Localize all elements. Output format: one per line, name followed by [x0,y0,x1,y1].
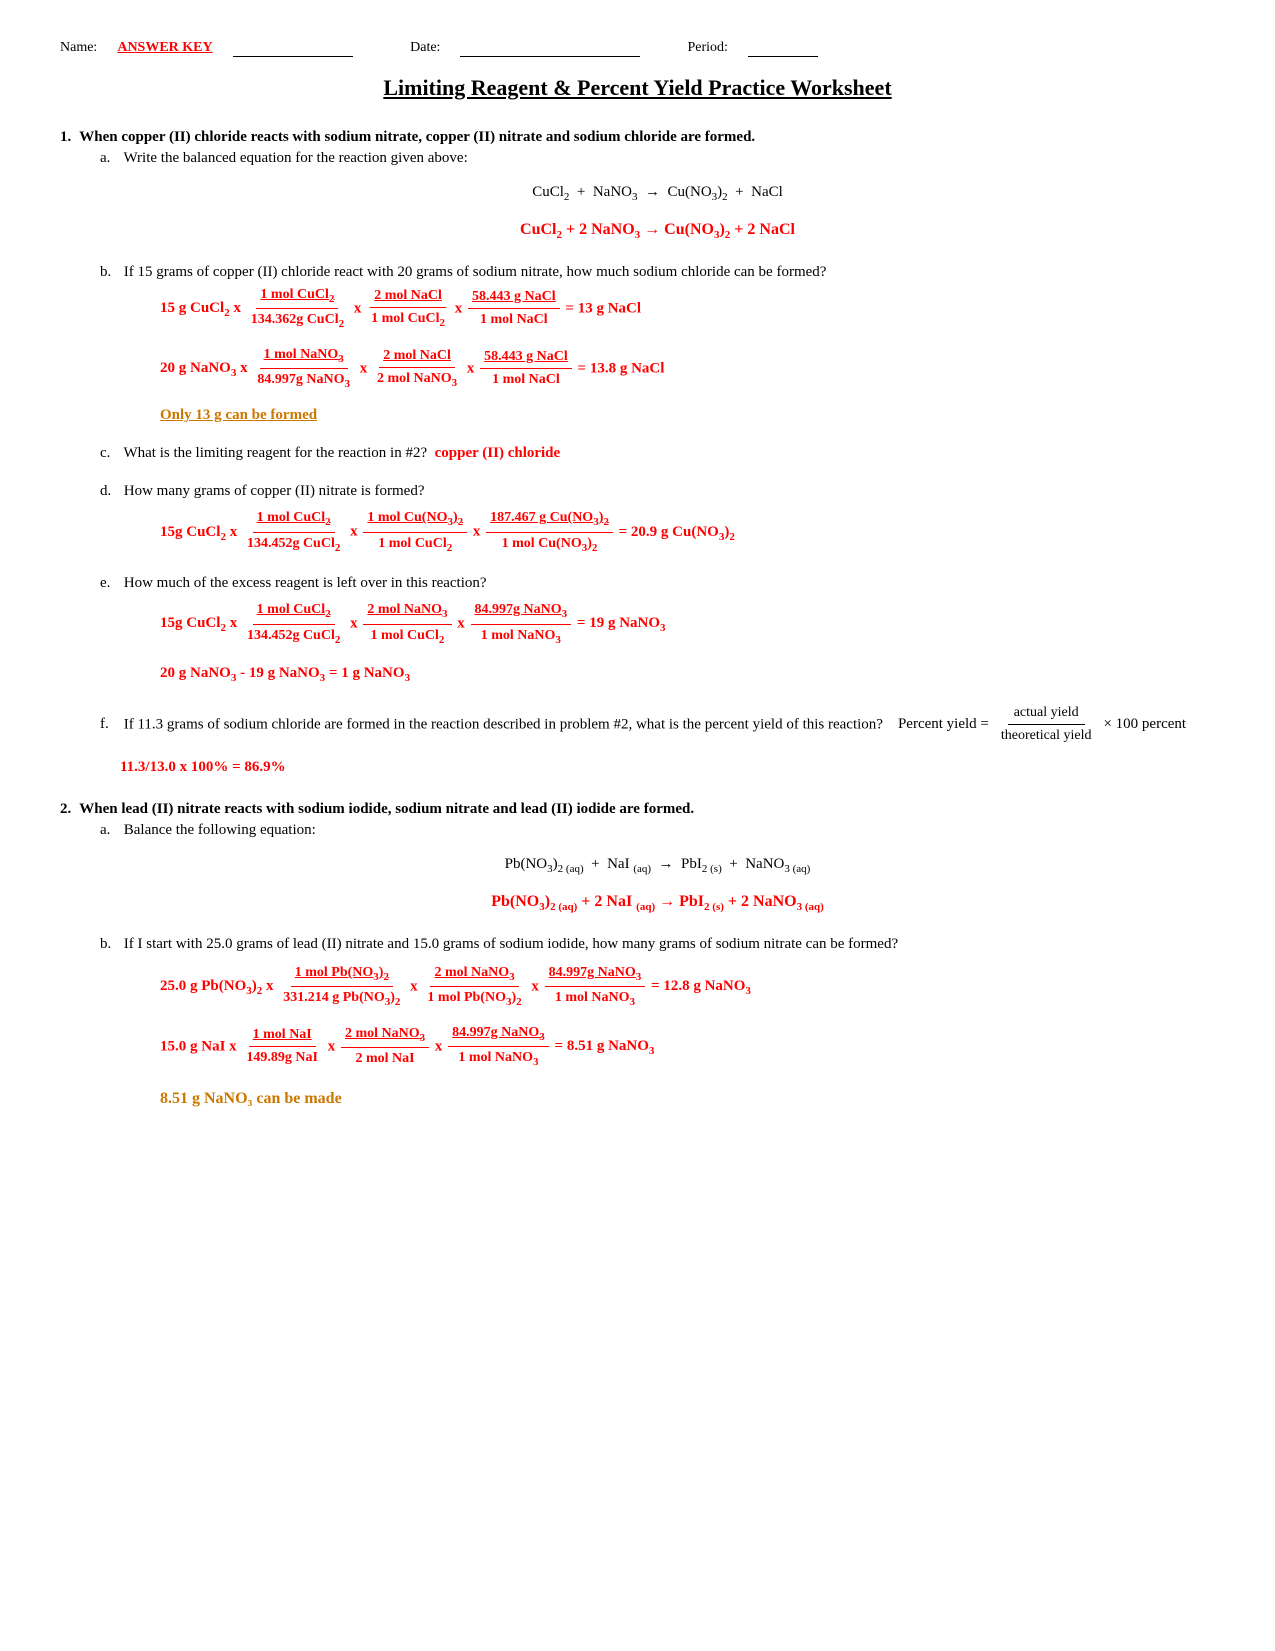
q1-part-e: e. How much of the excess reagent is lef… [100,571,1215,687]
q1-d-text: How many grams of copper (II) nitrate is… [124,483,425,499]
q1-b-label: b. [100,260,120,284]
q1-f-text: If 11.3 grams of sodium chloride are for… [124,716,883,732]
q1-balanced-eq: CuCl2 + 2 NaNO3 → Cu(NO3)2 + 2 NaCl [100,216,1215,246]
q1-f-answer: 11.3/13.0 x 100% = 86.9% [120,755,1215,779]
q2-b-label: b. [100,932,120,956]
name-field [233,40,353,57]
q1-main: When copper (II) chloride reacts with so… [79,129,755,146]
page-title: Limiting Reagent & Percent Yield Practic… [60,75,1215,101]
q1-a-text: Write the balanced equation for the reac… [123,150,467,166]
q1-part-a: a. Write the balanced equation for the r… [100,146,1215,246]
q2-a-label: a. [100,818,120,842]
q1-a-label: a. [100,146,120,170]
q2-a-text: Balance the following equation: [124,822,316,838]
q1-b-text: If 15 grams of copper (II) chloride reac… [124,264,827,280]
q1-part-c: c. What is the limiting reagent for the … [100,441,1215,465]
q1-d-label: d. [100,479,120,503]
q1-e-label: e. [100,571,120,595]
q2-b-text: If I start with 25.0 grams of lead (II) … [124,936,898,952]
q2-b-calc2: 15.0 g NaI x 1 mol NaI 149.89g NaI x 2 m… [160,1022,1215,1072]
name-label: Name: [60,40,97,56]
q2-b-calc1: 25.0 g Pb(NO3)2 x 1 mol Pb(NO3)2 331.214… [160,962,1215,1012]
q1-unbalanced-eq: CuCl2 + NaNO3 → Cu(NO3)2 + NaCl [100,178,1215,208]
period-label: Period: [687,40,727,56]
question-1: 1. When copper (II) chloride reacts with… [60,129,1215,779]
answer-key: ANSWER KEY [117,40,212,56]
percent-yield-formula: Percent yield = actual yield theoretical… [898,702,1186,748]
q2-b-answer: 8.51 g NaNO₃ can be made [160,1086,1215,1112]
q2-label: 2. [60,801,71,818]
question-2: 2. When lead (II) nitrate reacts with so… [60,801,1215,1111]
period-field [748,40,818,57]
q2-balanced-eq: Pb(NO3)2 (aq) + 2 NaI (aq) → PbI2 (s) + … [100,888,1215,918]
q1-d-calc: 15g CuCl2 x 1 mol CuCl2 134.452g CuCl2 x… [160,507,1215,557]
q1-c-label: c. [100,441,120,465]
q1-e-calc: 15g CuCl2 x 1 mol CuCl2 134.452g CuCl2 x… [160,599,1215,649]
q1-b-answer: Only 13 g can be formed [160,403,1215,427]
q1-f-label: f. [100,712,120,736]
q1-b-calc1: 15 g CuCl2 x 1 mol CuCl2 134.362g CuCl2 … [160,284,1215,334]
date-label: Date: [410,40,440,56]
q1-label: 1. [60,129,71,146]
q1-b-calc2: 20 g NaNO3 x 1 mol NaNO3 84.997g NaNO3 x… [160,344,1215,394]
q2-part-b: b. If I start with 25.0 grams of lead (I… [100,932,1215,1111]
q1-part-f: f. If 11.3 grams of sodium chloride are … [100,702,1215,780]
q2-unbalanced-eq: Pb(NO3)2 (aq) + NaI (aq) → PbI2 (s) + Na… [100,850,1215,880]
q1-e-text: How much of the excess reagent is left o… [124,575,487,591]
q1-part-b: b. If 15 grams of copper (II) chloride r… [100,260,1215,428]
q1-part-d: d. How many grams of copper (II) nitrate… [100,479,1215,557]
q1-c-answer: copper (II) chloride [435,445,561,461]
date-field [460,40,640,57]
q2-main: When lead (II) nitrate reacts with sodiu… [79,801,694,818]
q2-part-a: a. Balance the following equation: Pb(NO… [100,818,1215,918]
q1-e-subtraction: 20 g NaNO3 - 19 g NaNO3 = 1 g NaNO3 [160,661,1215,688]
header: Name: ANSWER KEY Date: Period: [60,40,1215,57]
q1-c-text: What is the limiting reagent for the rea… [123,445,427,461]
